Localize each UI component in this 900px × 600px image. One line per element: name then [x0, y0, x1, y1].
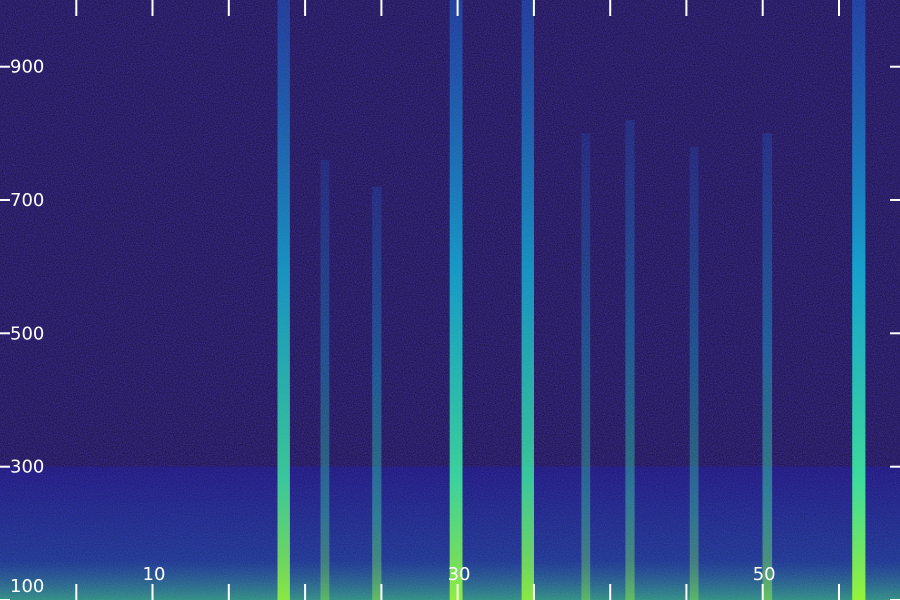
x-tick-label: 10	[143, 564, 166, 585]
y-tick-label: 700	[10, 190, 44, 211]
spectrogram-chart: 100 300 500 700 900 10 30 50	[0, 0, 900, 600]
spectral-event	[625, 120, 635, 600]
x-tick-label: 50	[753, 564, 776, 585]
spectral-event	[689, 146, 699, 600]
y-tick-label: 100	[10, 576, 44, 597]
y-tick-label: 300	[10, 457, 44, 478]
x-tick-label: 30	[448, 564, 471, 585]
spectral-event	[521, 0, 534, 600]
y-tick-label: 500	[10, 323, 44, 344]
spectral-event	[852, 0, 866, 600]
spectral-event	[449, 0, 463, 600]
spectral-event	[372, 186, 382, 600]
spectral-event	[581, 133, 591, 600]
spectral-event	[320, 160, 330, 600]
spectral-events-layer	[0, 0, 900, 600]
spectral-event	[277, 0, 290, 600]
spectral-event	[762, 133, 773, 600]
y-tick-label: 900	[10, 57, 44, 78]
